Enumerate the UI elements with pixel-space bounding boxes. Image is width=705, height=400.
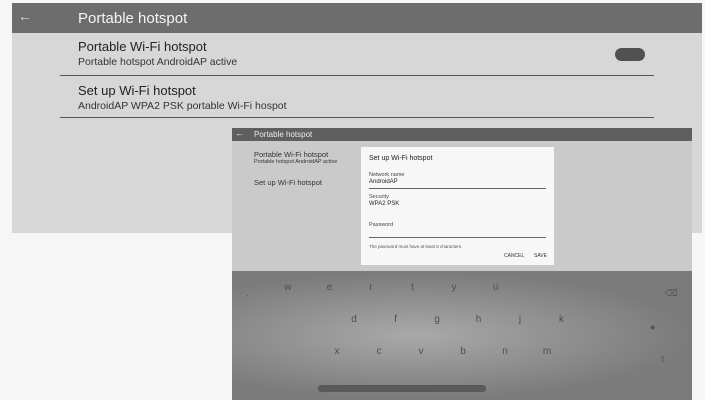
- security-select[interactable]: WPA2 PSK: [369, 201, 399, 207]
- password-hint: The password must have at least 8 charac…: [369, 244, 463, 249]
- network-name-label: Network name: [369, 172, 405, 178]
- mini-app-bar: ← Portable hotspot: [232, 128, 692, 141]
- back-arrow-icon[interactable]: ←: [235, 128, 244, 138]
- keyboard-key-t[interactable]: t: [406, 282, 420, 293]
- setting-summary: AndroidAP WPA2 PSK portable Wi-Fi hospot: [78, 100, 287, 112]
- setting-portable-wifi-hotspot[interactable]: Portable Wi-Fi hotspot Portable hotspot …: [254, 150, 337, 165]
- keyboard-key-y[interactable]: y: [447, 282, 461, 293]
- keyboard-key-m[interactable]: m: [540, 346, 554, 357]
- keyboard-key-v[interactable]: v: [414, 346, 428, 357]
- password-label: Password: [369, 222, 394, 228]
- keyboard-key-n[interactable]: n: [498, 346, 512, 357]
- keyboard-key-d[interactable]: d: [347, 314, 361, 325]
- keyboard-key-b[interactable]: b: [456, 346, 470, 357]
- enter-key-icon[interactable]: ●: [650, 322, 655, 332]
- password-input[interactable]: [369, 237, 546, 238]
- keyboard-key-h[interactable]: h: [472, 314, 486, 325]
- page-title: Portable hotspot: [78, 10, 188, 27]
- keyboard-key-k[interactable]: k: [555, 314, 569, 325]
- setting-summary: Portable hotspot AndroidAP active: [78, 56, 238, 68]
- save-button[interactable]: SAVE: [534, 253, 547, 259]
- setting-set-up-wifi-hotspot[interactable]: Set up Wi-Fi hotspot AndroidAP WPA2 PSK …: [78, 83, 287, 112]
- setting-set-up-wifi-hotspot[interactable]: Set up Wi-Fi hotspot: [254, 178, 322, 187]
- dialog-title: Set up Wi-Fi hotspot: [369, 155, 433, 162]
- network-name-underline: [369, 188, 546, 189]
- divider: [60, 117, 654, 118]
- divider: [60, 75, 654, 76]
- back-arrow-icon[interactable]: ←: [18, 8, 32, 24]
- keyboard-key-u[interactable]: u: [489, 282, 503, 293]
- page-title: Portable hotspot: [254, 130, 313, 139]
- keyboard-key-r[interactable]: r: [364, 282, 378, 293]
- cancel-button[interactable]: CANCEL: [504, 253, 524, 259]
- security-label: Security: [369, 194, 389, 200]
- keyboard-key-w[interactable]: w: [281, 282, 295, 293]
- network-name-input[interactable]: AndroidAP: [369, 179, 398, 185]
- keyboard-key-icon[interactable]: ·: [246, 290, 249, 300]
- space-bar[interactable]: [318, 385, 486, 392]
- setting-label: Portable Wi-Fi hotspot: [254, 150, 329, 159]
- setup-dialog-screen: ← Portable hotspot Portable Wi-Fi hotspo…: [232, 128, 692, 400]
- setting-label: Set up Wi-Fi hotspot: [78, 83, 196, 98]
- setting-portable-wifi-hotspot[interactable]: Portable Wi-Fi hotspot Portable hotspot …: [78, 39, 237, 68]
- shift-key-icon[interactable]: ⇧: [659, 354, 667, 365]
- setup-hotspot-dialog: Set up Wi-Fi hotspot Network name Androi…: [361, 147, 554, 265]
- keyboard-key-g[interactable]: g: [430, 314, 444, 325]
- hotspot-toggle-switch[interactable]: [615, 48, 645, 61]
- setting-label: Portable Wi-Fi hotspot: [78, 39, 207, 54]
- keyboard-key-x[interactable]: x: [330, 346, 344, 357]
- keyboard-key-c[interactable]: c: [372, 346, 386, 357]
- top-app-bar: ← Portable hotspot: [12, 3, 702, 33]
- keyboard-key-f[interactable]: f: [389, 314, 403, 325]
- setting-summary: Portable hotspot AndroidAP active: [254, 159, 338, 165]
- setting-label: Set up Wi-Fi hotspot: [254, 178, 322, 187]
- keyboard-key-j[interactable]: j: [513, 314, 527, 325]
- soft-keyboard: · ⌫ ● ⇧ w e r t y u d f g h j k x c v b n m: [232, 271, 692, 400]
- keyboard-key-e[interactable]: e: [323, 282, 337, 293]
- backspace-key-icon[interactable]: ⌫: [665, 288, 678, 299]
